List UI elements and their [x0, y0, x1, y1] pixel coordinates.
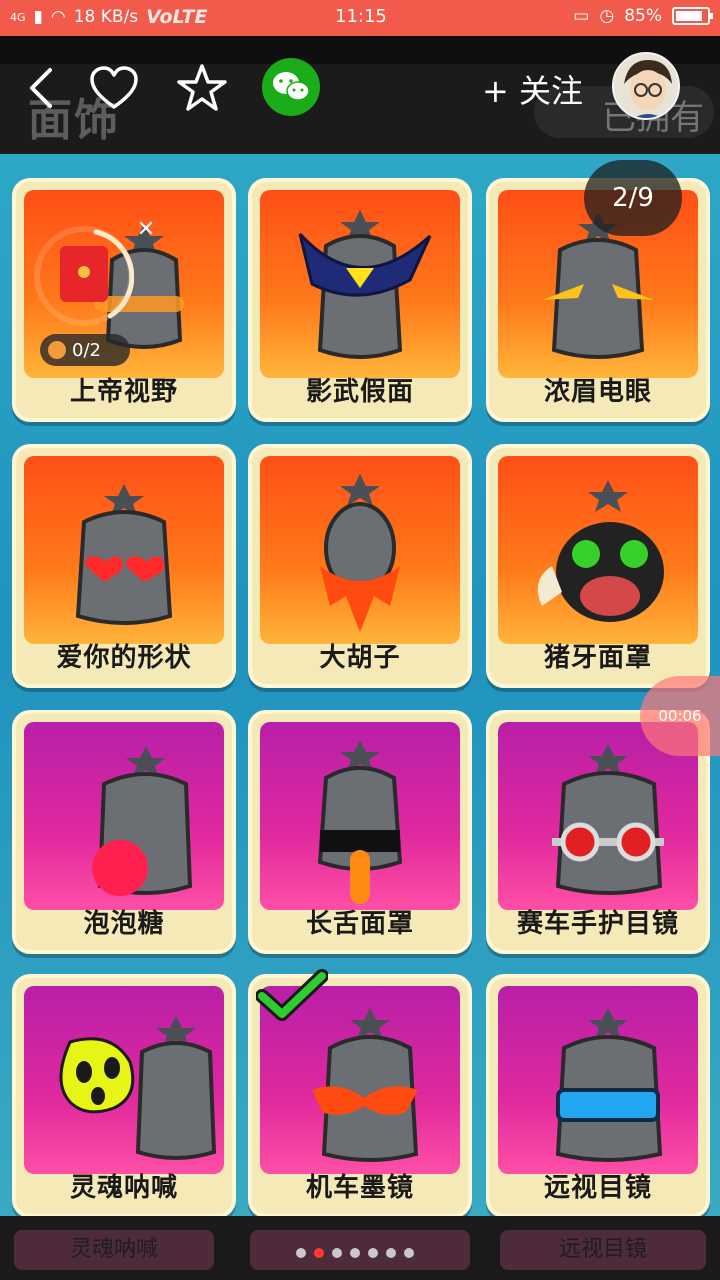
wechat-icon	[273, 72, 310, 101]
item-label: 影武假面	[305, 377, 414, 407]
heart-icon[interactable]	[88, 62, 140, 114]
status-bar: 4G ▮ ◠ 18 KB/s VoLTE 11:15 ▭ ◷ 85%	[0, 0, 720, 36]
battery-icon	[672, 7, 713, 25]
character-art	[75, 484, 173, 625]
character-art	[555, 1008, 663, 1162]
character-art	[92, 746, 193, 896]
item-label: 上帝视野	[69, 377, 178, 407]
redpacket-counter: 0/2	[40, 334, 130, 366]
item-card[interactable]: 影武假面	[248, 178, 472, 422]
star-icon[interactable]	[176, 62, 228, 114]
item-label: 浓眉电眼	[543, 377, 652, 407]
character-art	[298, 210, 432, 359]
page-dot[interactable]	[332, 1248, 342, 1258]
alarm-icon: ◷	[599, 6, 615, 26]
signal-icon: ▮	[33, 7, 43, 27]
page-dot[interactable]	[296, 1248, 306, 1258]
item-card[interactable]: 灵魂呐喊	[12, 974, 236, 1218]
ghost-label-left: 灵魂呐喊	[14, 1230, 214, 1270]
close-icon[interactable]: ✕	[132, 216, 160, 244]
cast-icon: ▭	[573, 6, 590, 26]
item-card[interactable]: 长舌面罩	[248, 710, 472, 954]
follow-button[interactable]: + 关注	[482, 66, 583, 112]
item-card[interactable]: 猪牙面罩	[486, 444, 710, 688]
item-label: 猪牙面罩	[543, 643, 652, 673]
timer-badge[interactable]: 00:06	[640, 676, 720, 756]
page-dot[interactable]	[386, 1248, 396, 1258]
ghost-label-right: 远视目镜	[500, 1230, 706, 1270]
item-card[interactable]: 大胡子	[248, 444, 472, 688]
character-art	[59, 1016, 217, 1160]
page-dot[interactable]	[368, 1248, 378, 1258]
back-icon[interactable]	[16, 62, 68, 114]
character-art	[320, 474, 400, 632]
selected-check-icon	[256, 969, 328, 1021]
item-card[interactable]: 爱你的形状	[12, 444, 236, 688]
author-avatar[interactable]	[612, 52, 680, 120]
item-label: 远视目镜	[543, 1173, 652, 1203]
page-dot[interactable]	[350, 1248, 360, 1258]
counter-text: 0/2	[72, 339, 101, 361]
item-label: 机车墨镜	[305, 1173, 414, 1203]
item-label: 赛车手护目镜	[516, 909, 679, 939]
wechat-share-button[interactable]	[262, 58, 320, 116]
page-dot[interactable]	[314, 1248, 324, 1258]
page-indicator: 2/9	[584, 160, 682, 236]
item-label: 爱你的形状	[56, 643, 192, 673]
top-strip	[0, 36, 720, 64]
redpacket-icon	[60, 246, 108, 302]
item-label: 泡泡糖	[83, 909, 165, 939]
item-label: 大胡子	[319, 643, 401, 673]
network-speed: 18 KB/s	[73, 7, 139, 27]
battery-percent: 85%	[624, 6, 662, 26]
page-dots	[296, 1248, 414, 1258]
volte-label: VoLTE	[146, 6, 208, 28]
item-card[interactable]: 远视目镜	[486, 974, 710, 1218]
item-label: 灵魂呐喊	[69, 1173, 178, 1203]
page-dot[interactable]	[404, 1248, 414, 1258]
status-time: 11:15	[335, 6, 387, 27]
wifi-icon: ◠	[50, 7, 66, 27]
network-label: 4G	[10, 10, 26, 24]
redpacket-button[interactable]	[34, 226, 134, 326]
coin-icon	[48, 341, 66, 359]
character-art	[317, 740, 403, 904]
item-card[interactable]: 泡泡糖	[12, 710, 236, 954]
item-label: 长舌面罩	[305, 909, 414, 939]
character-art	[537, 480, 664, 622]
